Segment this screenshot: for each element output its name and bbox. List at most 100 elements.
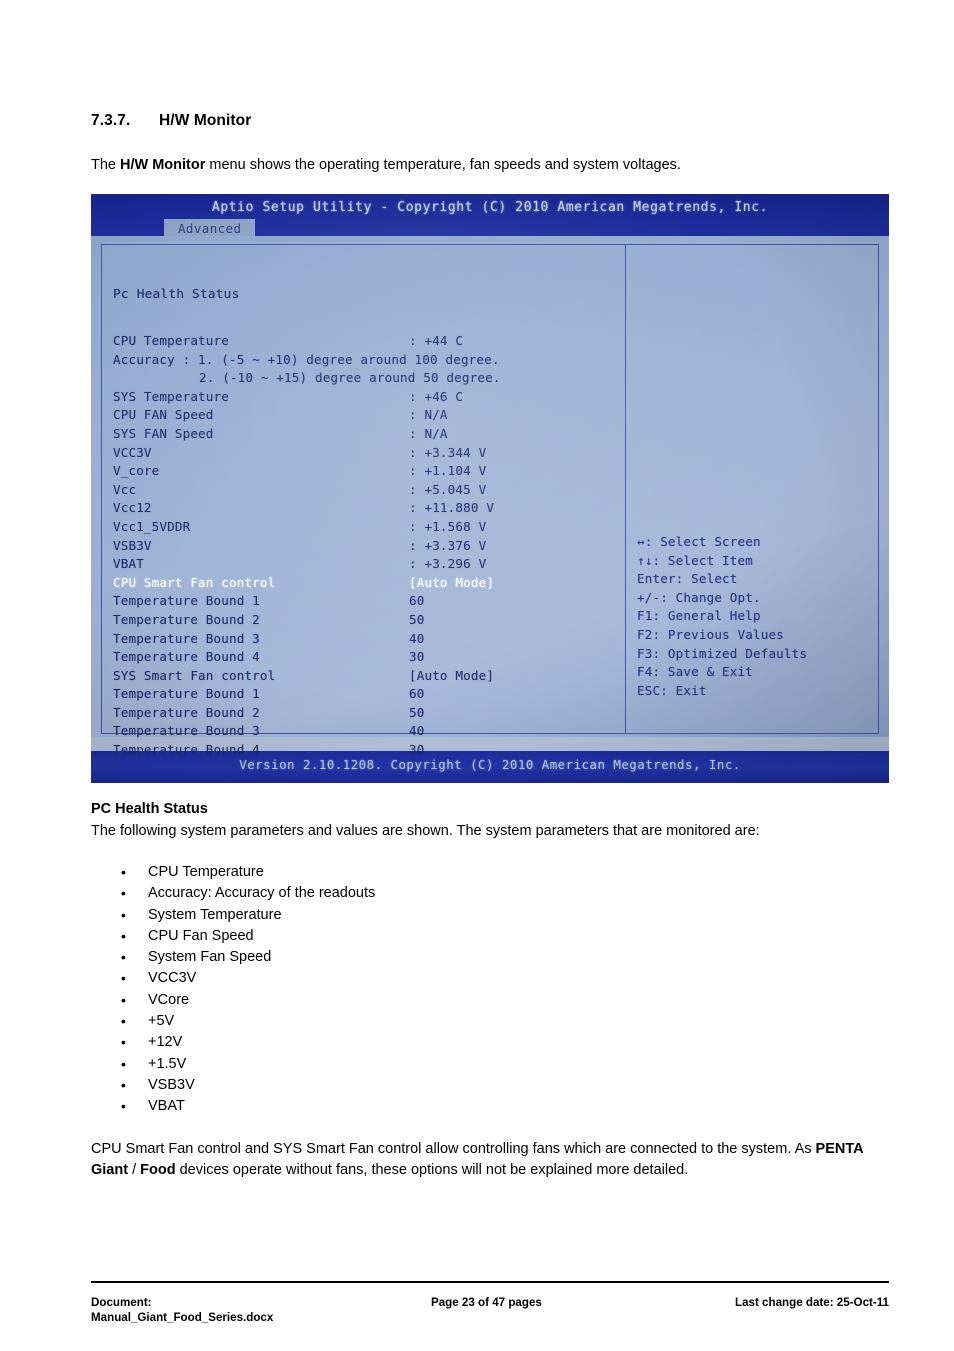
footer-document: Document: Manual_Giant_Food_Series.docx	[91, 1295, 273, 1325]
list-item: System Temperature	[91, 905, 791, 927]
bios-setting-row[interactable]: 2. (-10 ~ +15) degree around 50 degree.	[113, 370, 623, 389]
bios-setting-value: : N/A	[409, 425, 448, 441]
bios-key-legend: ↔: Select Screen ↑↓: Select Item Enter: Se…	[637, 534, 877, 701]
bios-setting-label: V_core	[113, 463, 160, 479]
bios-setting-value: 30	[409, 649, 425, 665]
bios-body: Pc Health Status CPU Temperature : +44 C A…	[91, 236, 889, 757]
bios-setting-label: Vcc1_5VDDR	[113, 518, 191, 534]
footer-document-name: Manual_Giant_Food_Series.docx	[91, 1311, 274, 1324]
bios-setting-value: [Auto Mode]	[409, 667, 495, 683]
bios-setting-row[interactable]: Vcc: +5.045 V	[113, 482, 623, 501]
bios-setting-label: VCC3V	[113, 444, 152, 460]
bios-help-line: F4: Save & Exit	[637, 664, 753, 680]
bios-setting-label: SYS Temperature	[113, 388, 229, 404]
bios-title-bar: Aptio Setup Utility - Copyright (C) 2010…	[91, 194, 889, 241]
list-item: CPU Temperature	[91, 862, 791, 884]
bios-setting-value: : +46 C	[409, 388, 464, 404]
bios-setting-label: VBAT	[113, 556, 144, 572]
bios-setting-label: SYS Smart Fan control	[113, 667, 276, 683]
bios-setting-label: Temperature Bound 1	[113, 686, 260, 702]
para3-bold-food: Food	[140, 1162, 176, 1178]
bios-setting-label: Temperature Bound 1	[113, 593, 260, 609]
bios-setting-label: CPU Temperature	[113, 333, 229, 348]
bios-setting-row[interactable]: VCC3V : +3.344 V	[113, 445, 623, 464]
page-footer: Document: Manual_Giant_Food_Series.docx …	[91, 1295, 889, 1335]
list-item: Accuracy: Accuracy of the readouts	[91, 883, 791, 905]
bios-setting-row[interactable]: CPU FAN Speed: N/A	[113, 407, 623, 426]
bios-setting-row[interactable]: SYS FAN Speed : N/A	[113, 426, 623, 445]
bios-setting-value: : +3.296 V	[409, 556, 487, 572]
bios-help-line: ↑↓: Select Item	[637, 552, 753, 568]
bios-setting-row[interactable]: Vcc12: +11.880 V	[113, 500, 623, 519]
bios-setting-value: : +3.376 V	[409, 537, 487, 553]
list-item: +12V	[91, 1032, 791, 1054]
intro-bold: H/W Monitor	[120, 157, 206, 173]
bios-help-line: ↔: Select Screen	[637, 534, 761, 549]
bios-setting-value: 40	[409, 723, 425, 739]
bios-setting-value: : +44 C	[409, 333, 464, 348]
bios-setting-row[interactable]: Temperature Bound 2 50	[113, 612, 623, 631]
bios-setting-value: : +1.568 V	[409, 518, 487, 534]
bios-help-line: ESC: Exit	[637, 682, 707, 698]
bios-setting-row[interactable]: SYS Temperature : +46 C	[113, 389, 623, 408]
bios-setting-label: VSB3V	[113, 537, 152, 553]
body-paragraph-3: CPU Smart Fan control and SYS Smart Fan …	[91, 1139, 891, 1181]
bios-setting-row[interactable]: Temperature Bound 4 30	[113, 742, 623, 761]
bios-setting-value: 60	[409, 686, 425, 702]
bios-setting-row[interactable]: Temperature Bound 4 30	[113, 649, 623, 668]
bios-help-line: F1: General Help	[637, 608, 761, 624]
bios-setting-label: CPU Smart Fan control	[113, 574, 276, 590]
bios-help-pane: ↔: Select Screen ↑↓: Select Item Enter: Se…	[637, 236, 877, 736]
bios-setting-row[interactable]: Temperature Bound 3 40	[113, 631, 623, 650]
para3-part1: CPU Smart Fan control and SYS Smart Fan …	[91, 1141, 816, 1157]
section-number: 7.3.7.	[91, 112, 131, 129]
page-title: 7.3.7. H/W Monitor	[91, 112, 251, 130]
bios-setting-label: Temperature Bound 3	[113, 723, 260, 739]
bios-setting-value: 60	[409, 593, 425, 609]
body-paragraph-2: The following system parameters and valu…	[91, 823, 760, 839]
list-item: CPU Fan Speed	[91, 926, 791, 948]
bios-setting-value: : +11.880 V	[409, 500, 495, 516]
bios-setting-row[interactable]: SYS Smart Fan control [Auto Mode]	[113, 668, 623, 687]
bios-setting-row[interactable]: Temperature Bound 2 50	[113, 705, 623, 724]
bios-setting-value: 50	[409, 704, 425, 720]
bios-title-text: Aptio Setup Utility - Copyright (C) 2010…	[211, 200, 769, 215]
bios-setting-label: Temperature Bound 4	[113, 649, 260, 665]
footer-last-change: Last change date: 25-Oct-11	[735, 1296, 889, 1309]
bios-setting-row[interactable]: Temperature Bound 3 40	[113, 723, 623, 742]
bios-setting-row[interactable]: VBAT : +3.296 V	[113, 556, 623, 575]
bios-setting-row[interactable]: Accuracy : 1. (-5 ~ +10) degree around 1…	[113, 352, 623, 371]
pc-health-status-title: Pc Health Status	[113, 287, 240, 302]
list-item: +5V	[91, 1011, 791, 1033]
bios-setting-label: Temperature Bound 2	[113, 611, 260, 627]
para3-part3: devices operate without fans, these opti…	[175, 1162, 689, 1178]
bios-screenshot-figure: Aptio Setup Utility - Copyright (C) 2010…	[91, 194, 889, 783]
bios-setting-value: 50	[409, 611, 425, 627]
bios-setting-value: : N/A	[409, 407, 448, 423]
bios-setting-label: Vcc	[113, 481, 137, 497]
bios-setting-row[interactable]: CPU Temperature : +44 C	[113, 333, 623, 352]
intro-paragraph: The H/W Monitor menu shows the operating…	[91, 155, 891, 175]
bios-setting-row[interactable]: Vcc1_5VDDR : +1.568 V	[113, 519, 623, 538]
bios-settings-list: CPU Temperature : +44 C Accuracy : 1. (-5 …	[113, 333, 623, 761]
bios-help-line: +/-: Change Opt.	[637, 589, 761, 605]
bios-setting-row[interactable]: VSB3V : +3.376 V	[113, 538, 623, 557]
bios-setting-value: 40	[409, 630, 425, 646]
list-item: VCore	[91, 990, 791, 1012]
bios-setting-value: : +3.344 V	[409, 444, 487, 460]
bios-vertical-divider	[625, 244, 626, 734]
bios-setting-row[interactable]: CPU Smart Fan control [Auto Mode]	[113, 575, 623, 594]
bios-setting-label: Accuracy : 1. (-5 ~ +10) degree around 1…	[113, 351, 500, 367]
intro-prefix: The	[91, 157, 121, 173]
list-item: System Fan Speed	[91, 947, 791, 969]
bios-setting-row[interactable]: V_core : +1.104 V	[113, 463, 623, 482]
bios-setting-value: 30	[409, 742, 425, 758]
bios-setting-label: SYS FAN Speed	[113, 425, 214, 441]
bios-setting-row[interactable]: Temperature Bound 1 60	[113, 686, 623, 705]
bios-setting-row[interactable]: Temperature Bound 1 60	[113, 593, 623, 612]
intro-suffix: menu shows the operating temperature, fa…	[205, 157, 681, 173]
list-item: VSB3V	[91, 1075, 791, 1097]
bios-setting-value: : +1.104 V	[409, 463, 487, 479]
footer-page-info: Page 23 of 47 pages	[431, 1296, 542, 1309]
list-item: VBAT	[91, 1096, 791, 1118]
